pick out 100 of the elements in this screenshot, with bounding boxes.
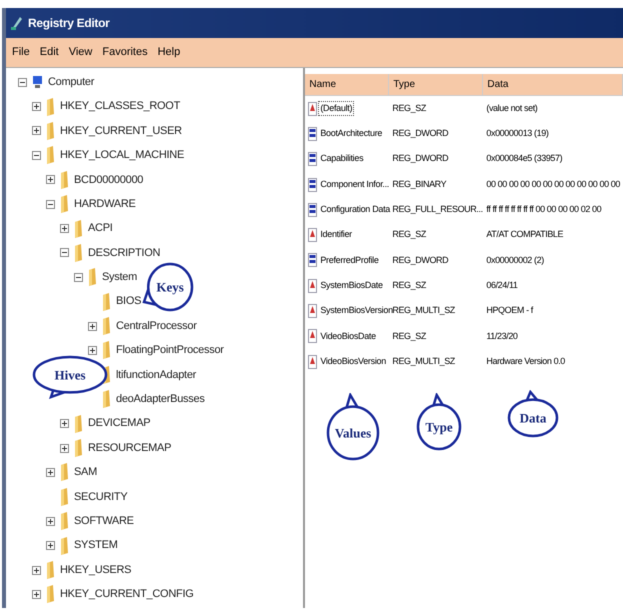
menu-item[interactable]: Edit — [38, 44, 61, 61]
folder-icon — [102, 390, 111, 408]
menu-item[interactable]: File — [10, 44, 32, 61]
tree-item[interactable]: ltifunctionAdapter — [116, 366, 196, 384]
value-name[interactable]: PreferredProfile — [318, 252, 381, 268]
expand-icon[interactable] — [88, 322, 97, 331]
folder-icon — [46, 585, 55, 604]
window-title: Registry Editor — [28, 15, 110, 32]
tree-item[interactable]: HKEY_CURRENT_USER — [60, 122, 182, 140]
value-name[interactable]: SystemBiosDate — [318, 278, 385, 294]
value-name[interactable]: VideoBiosDate — [318, 328, 378, 344]
value-data: ff ff ff ff ff ff ff ff 00 00 00 00 02 00 — [485, 203, 602, 216]
value-data: 0x00000002 (2) — [485, 254, 545, 267]
folder-icon — [102, 317, 111, 336]
value-type: REG_SZ — [391, 278, 428, 292]
value-data: 0x00000013 (19) — [485, 127, 550, 140]
expand-icon[interactable] — [46, 516, 55, 526]
tree-item[interactable]: HKEY_USERS — [60, 562, 132, 578]
tree-item[interactable]: SYSTEM — [74, 537, 118, 554]
column-header[interactable]: Name — [305, 74, 390, 95]
value-type: REG_DWORD — [391, 254, 450, 267]
folder-icon — [74, 439, 83, 458]
tree-item[interactable]: CentralProcessor — [116, 318, 197, 334]
value-data: Hardware Version 0.0 — [485, 354, 566, 368]
collapse-icon[interactable] — [46, 200, 55, 209]
collapse-icon[interactable] — [74, 272, 83, 282]
tree-item[interactable]: BIOS — [116, 293, 142, 310]
folder-icon — [46, 561, 55, 579]
folder-icon — [60, 170, 69, 189]
tree-item[interactable]: HKEY_LOCAL_MACHINE — [60, 147, 184, 164]
value-name[interactable]: VideoBiosVersion — [318, 354, 388, 370]
collapse-icon[interactable] — [18, 78, 27, 87]
value-type: REG_DWORD — [391, 152, 450, 166]
folder-icon — [46, 98, 55, 116]
callout-label: Hives — [54, 366, 86, 384]
tree-item[interactable]: System — [102, 269, 138, 286]
callout-bubble — [507, 390, 559, 438]
value-name[interactable]: Component Infor... — [318, 176, 392, 192]
folder-icon — [60, 512, 69, 530]
folder-icon — [74, 220, 83, 238]
value-type: REG_SZ — [391, 330, 428, 343]
value-name[interactable]: Configuration Data — [318, 202, 392, 218]
column-header[interactable]: Data — [483, 74, 623, 95]
tree-item[interactable]: BCD00000000 — [74, 172, 144, 188]
value-data: HPQOEM - f — [485, 304, 534, 318]
binary-value-icon — [308, 152, 318, 166]
tree-item[interactable]: HKEY_CLASSES_ROOT — [60, 98, 180, 115]
tree-item[interactable]: ACPI — [88, 220, 113, 237]
expand-icon[interactable] — [60, 224, 69, 234]
tree-item[interactable]: DESCRIPTION — [88, 244, 160, 262]
folder-icon — [60, 536, 69, 555]
value-name[interactable]: (Default) — [318, 100, 354, 116]
value-type: REG_SZ — [391, 228, 428, 242]
column-header[interactable]: Type — [389, 74, 484, 95]
tree-item[interactable]: SOFTWARE — [74, 512, 134, 530]
collapse-icon[interactable] — [32, 150, 41, 160]
expand-icon[interactable] — [32, 126, 41, 136]
tree-item[interactable]: HKEY_CURRENT_CONFIG — [60, 586, 194, 603]
folder-icon — [88, 268, 97, 286]
value-type: REG_FULL_RESOUR... — [391, 203, 484, 216]
menu-item[interactable]: Favorites — [100, 44, 150, 61]
menu-item[interactable]: View — [66, 44, 94, 61]
string-value-icon — [308, 329, 318, 344]
registry-icon — [10, 15, 24, 31]
binary-value-icon — [308, 178, 318, 192]
string-value-icon — [308, 354, 318, 369]
expand-icon[interactable] — [60, 419, 69, 428]
callout-label: Data — [520, 409, 546, 428]
tree-item[interactable]: SAM — [74, 464, 98, 481]
computer-icon — [32, 75, 43, 90]
tree-item[interactable]: FloatingPointProcessor — [116, 342, 224, 359]
collapse-icon[interactable] — [60, 248, 69, 258]
expand-icon[interactable] — [46, 541, 55, 550]
value-type: REG_DWORD — [391, 127, 450, 140]
string-value-icon — [308, 278, 318, 293]
expand-icon[interactable] — [32, 102, 41, 112]
expand-icon[interactable] — [32, 590, 41, 599]
tree-item[interactable]: HARDWARE — [74, 196, 136, 212]
value-data: 11/23/20 — [485, 330, 519, 343]
expand-icon[interactable] — [88, 346, 97, 355]
expand-icon[interactable] — [60, 444, 69, 453]
expand-icon[interactable] — [46, 175, 55, 184]
value-name[interactable]: Identifier — [318, 227, 354, 243]
menu-item[interactable]: Help — [156, 44, 182, 61]
callout-label: Type — [425, 418, 453, 436]
value-name[interactable]: Capabilities — [318, 151, 366, 167]
tree-item[interactable]: RESOURCEMAP — [88, 440, 172, 456]
value-name[interactable]: BootArchitecture — [318, 126, 384, 142]
binary-value-icon — [308, 253, 318, 268]
folder-icon — [74, 244, 83, 262]
value-data: 00 00 00 00 00 00 00 00 00 00 00 00 — [485, 178, 621, 191]
tree-item[interactable]: DEVICEMAP — [88, 415, 150, 432]
expand-icon[interactable] — [32, 566, 41, 574]
callout-bubble — [326, 393, 380, 461]
tree-item[interactable]: Computer — [48, 74, 94, 90]
tree-item[interactable]: deoAdapterBusses — [116, 391, 205, 408]
tree-item[interactable]: SECURITY — [74, 488, 128, 506]
folder-icon — [60, 488, 69, 506]
binary-value-icon — [308, 202, 318, 217]
expand-icon[interactable] — [46, 468, 55, 477]
